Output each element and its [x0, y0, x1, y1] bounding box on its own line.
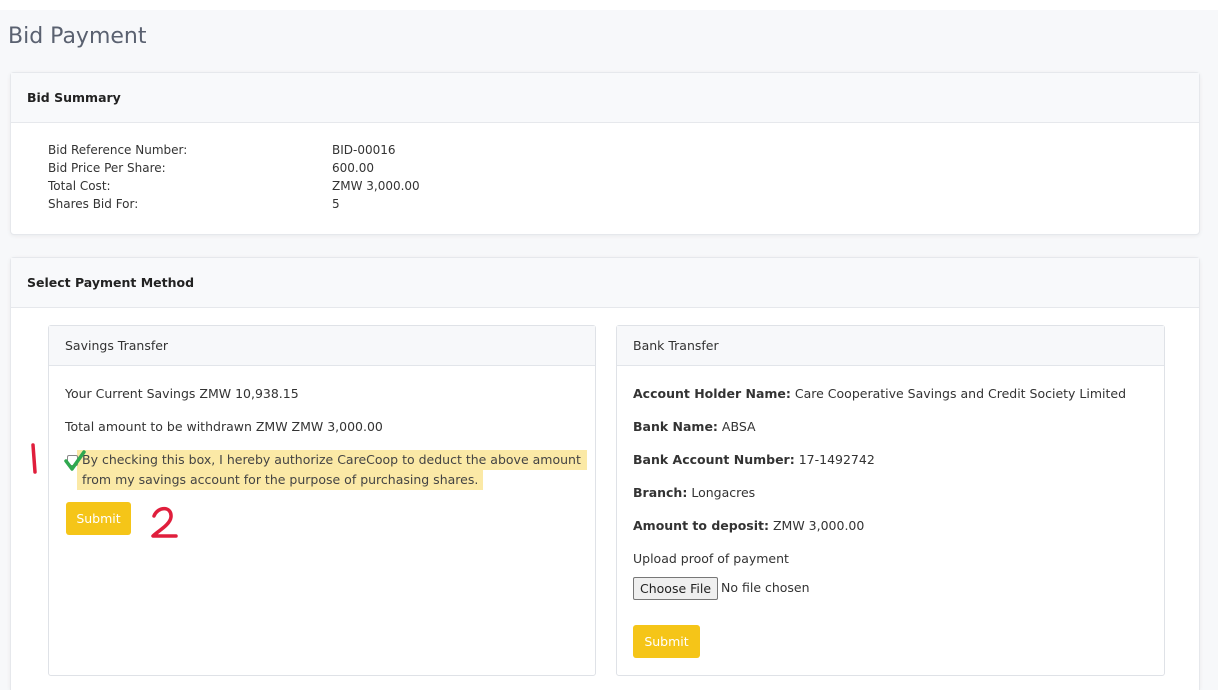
annotation-overlay: [31, 443, 178, 538]
step-two-mark: [151, 506, 178, 538]
check-mark-icon: [64, 450, 86, 471]
step-one-mark: [31, 443, 37, 474]
